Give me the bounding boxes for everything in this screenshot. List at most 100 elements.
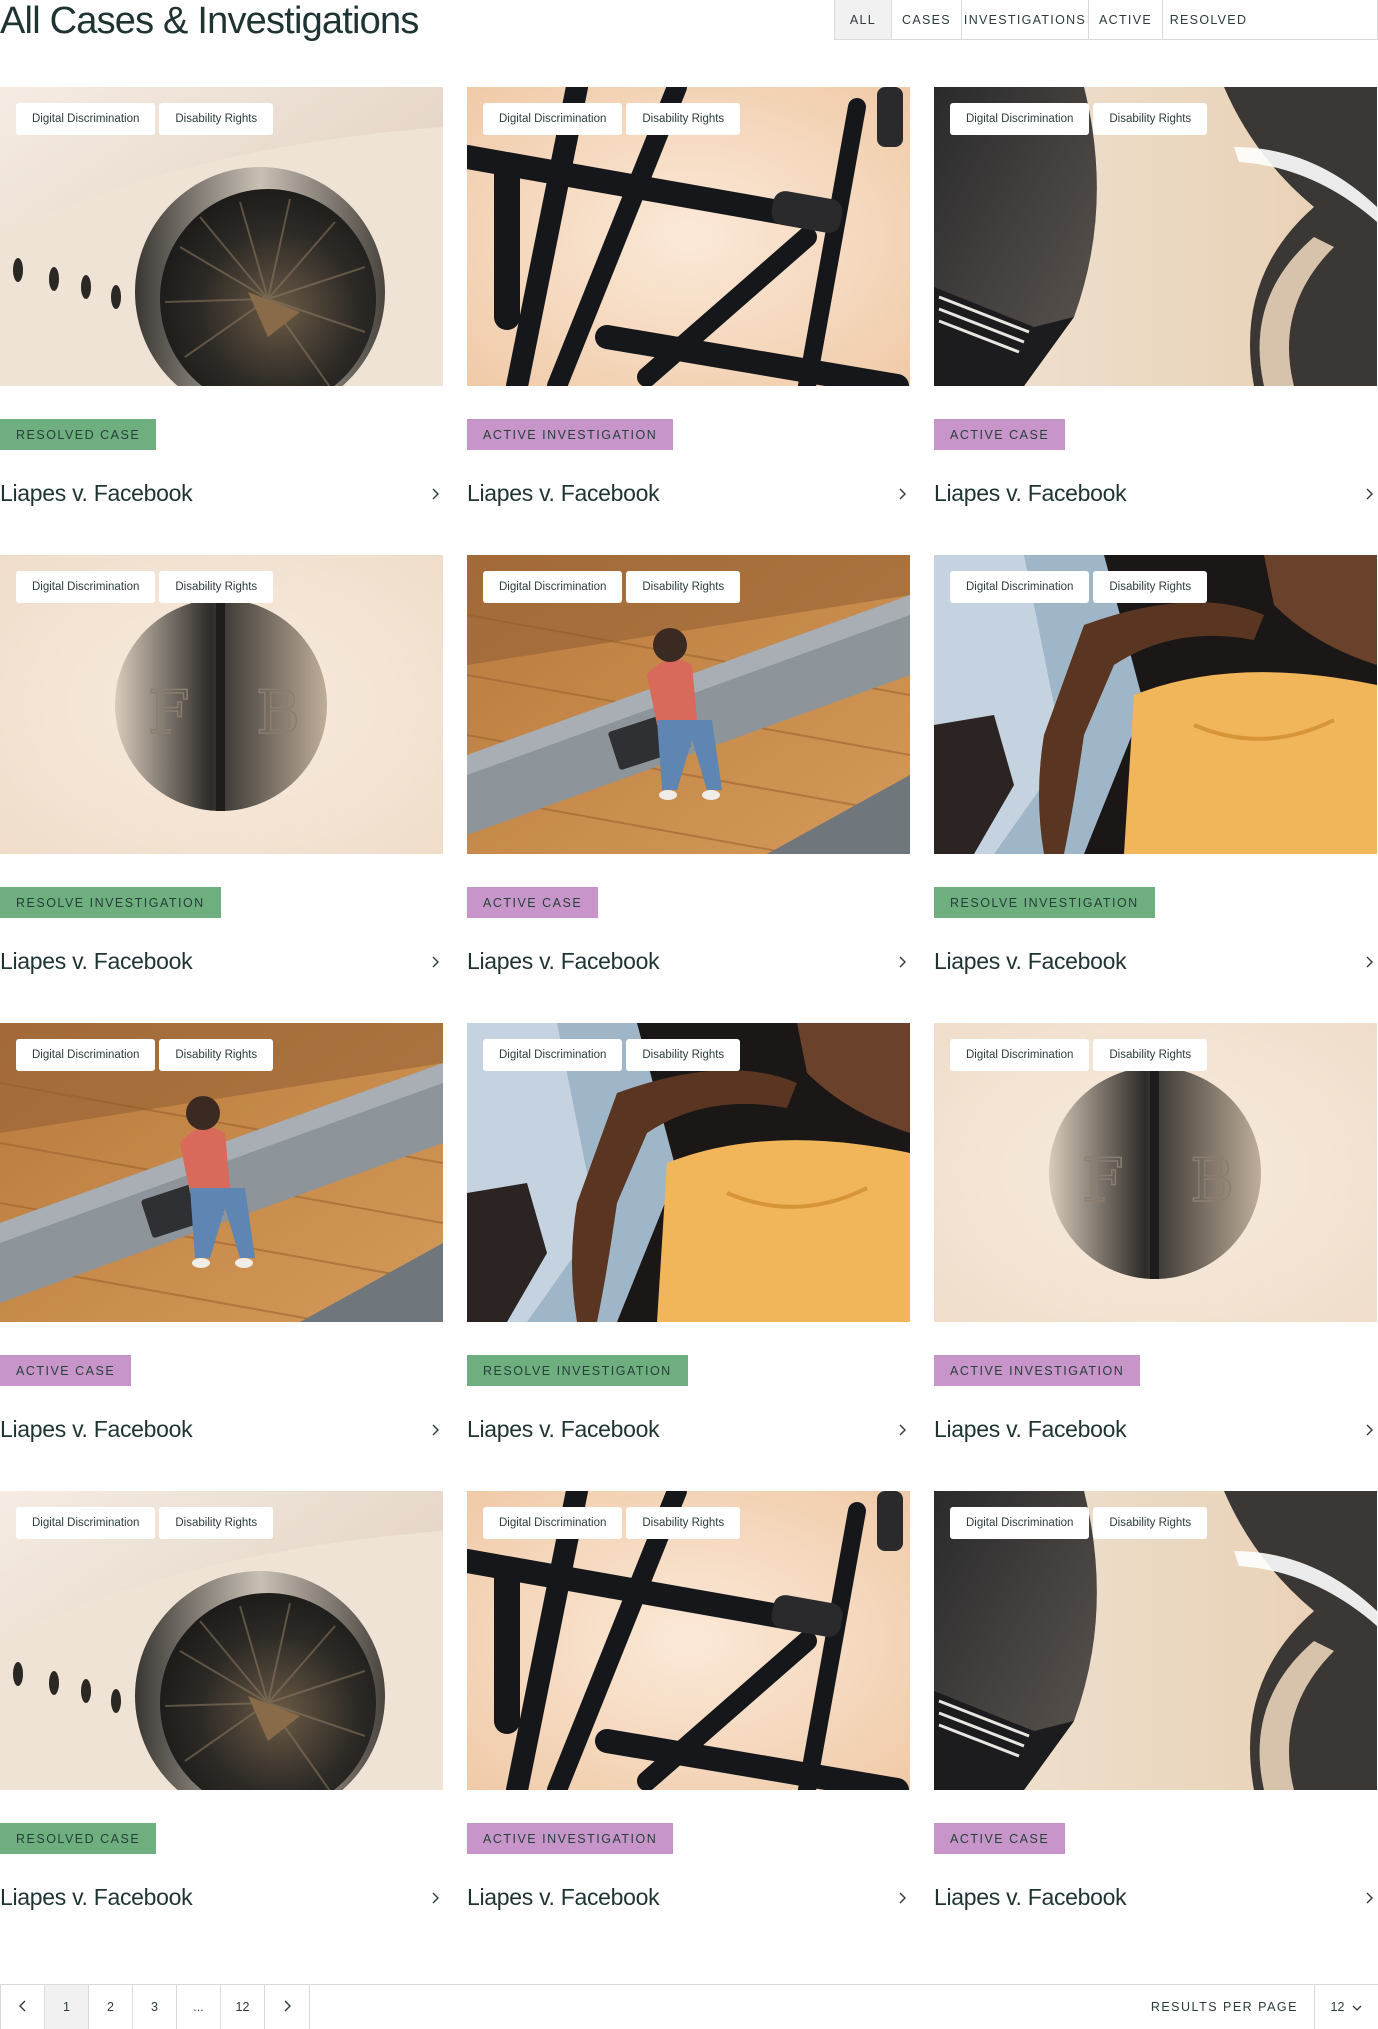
tab-resolved[interactable]: RESOLVED	[1163, 0, 1254, 39]
case-card[interactable]: F B Digital Discrimination Disability Righ…	[934, 1023, 1377, 1463]
case-title[interactable]: Liapes v. Facebook	[467, 478, 660, 508]
chevron-right-icon[interactable]	[427, 1419, 443, 1441]
case-title[interactable]: Liapes v. Facebook	[467, 1414, 660, 1444]
svg-text:B: B	[1190, 1146, 1234, 1216]
tag-digital-discrimination[interactable]: Digital Discrimination	[16, 1039, 156, 1071]
tag-disability-rights[interactable]: Disability Rights	[159, 1039, 274, 1071]
tag-disability-rights[interactable]: Disability Rights	[1093, 103, 1208, 135]
tag-digital-discrimination[interactable]: Digital Discrimination	[950, 103, 1090, 135]
case-title[interactable]: Liapes v. Facebook	[467, 946, 660, 976]
tab-cases[interactable]: CASES	[892, 0, 962, 39]
tag-list: Digital Discrimination Disability Rights	[483, 103, 741, 135]
case-card[interactable]: Digital Discrimination Disability Rights A…	[467, 555, 910, 995]
svg-text:F: F	[1082, 1146, 1124, 1216]
case-card[interactable]: Digital Discrimination Disability Rights A…	[467, 87, 910, 527]
chevron-right-icon[interactable]	[427, 1887, 443, 1909]
tag-digital-discrimination[interactable]: Digital Discrimination	[483, 1039, 623, 1071]
tag-disability-rights[interactable]: Disability Rights	[1093, 1039, 1208, 1071]
case-title[interactable]: Liapes v. Facebook	[467, 1882, 660, 1912]
case-card[interactable]: Digital Discrimination Disability Rights A…	[934, 1491, 1377, 1931]
case-card[interactable]: Digital Discrimination Disability Rights R…	[934, 555, 1377, 995]
chevron-right-icon[interactable]	[894, 951, 910, 973]
results-per-page-label: RESULTS PER PAGE	[1150, 2000, 1298, 2014]
status-badge: ACTIVE INVESTIGATION	[934, 1355, 1141, 1386]
tag-digital-discrimination[interactable]: Digital Discrimination	[16, 571, 156, 603]
tag-disability-rights[interactable]: Disability Rights	[1093, 571, 1208, 603]
case-title[interactable]: Liapes v. Facebook	[934, 478, 1127, 508]
status-badge: ACTIVE INVESTIGATION	[467, 1823, 674, 1854]
case-title[interactable]: Liapes v. Facebook	[934, 946, 1127, 976]
tag-disability-rights[interactable]: Disability Rights	[626, 571, 741, 603]
page-1[interactable]: 1	[45, 1985, 89, 2029]
pagination-bar: 1 2 3... 12 RESULTS PER PAGE 12	[0, 1984, 1378, 2029]
case-title[interactable]: Liapes v. Facebook	[0, 1882, 193, 1912]
status-badge: ACTIVE CASE	[934, 419, 1066, 450]
chevron-right-icon[interactable]	[894, 483, 910, 505]
tag-disability-rights[interactable]: Disability Rights	[159, 1507, 274, 1539]
page-12[interactable]: 12	[221, 1985, 265, 2029]
tag-digital-discrimination[interactable]: Digital Discrimination	[16, 103, 156, 135]
tag-digital-discrimination[interactable]: Digital Discrimination	[950, 1507, 1090, 1539]
case-card[interactable]: Digital Discrimination Disability Rights R…	[467, 1023, 910, 1463]
tag-disability-rights[interactable]: Disability Rights	[159, 103, 274, 135]
page-3[interactable]: 3	[133, 1985, 177, 2029]
tab-investigations[interactable]: INVESTIGATIONS	[962, 0, 1089, 39]
tag-digital-discrimination[interactable]: Digital Discrimination	[483, 1507, 623, 1539]
results-per-page-select[interactable]: 12	[1314, 1985, 1378, 2029]
case-card[interactable]: Digital Discrimination Disability Rights R…	[0, 87, 443, 527]
case-card[interactable]: F B Digital Discrimination Disability Righ…	[0, 555, 443, 995]
chevron-left-icon	[19, 2000, 26, 2015]
tag-digital-discrimination[interactable]: Digital Discrimination	[483, 571, 623, 603]
tag-list: Digital Discrimination Disability Rights	[950, 1039, 1208, 1071]
case-title[interactable]: Liapes v. Facebook	[0, 1414, 193, 1444]
status-badge: ACTIVE INVESTIGATION	[467, 419, 674, 450]
tab-all[interactable]: ALL	[835, 0, 892, 39]
chevron-right-icon[interactable]	[427, 483, 443, 505]
tag-list: Digital Discrimination Disability Rights	[483, 571, 741, 603]
tag-disability-rights[interactable]: Disability Rights	[626, 103, 741, 135]
status-badge: RESOLVE INVESTIGATION	[934, 887, 1155, 918]
chevron-down-icon	[1352, 2000, 1362, 2014]
page-2[interactable]: 2	[89, 1985, 133, 2029]
chevron-right-icon[interactable]	[1361, 1419, 1377, 1441]
case-card[interactable]: Digital Discrimination Disability Rights R…	[0, 1491, 443, 1931]
chevron-right-icon[interactable]	[1361, 951, 1377, 973]
tag-digital-discrimination[interactable]: Digital Discrimination	[483, 103, 623, 135]
tag-disability-rights[interactable]: Disability Rights	[626, 1039, 741, 1071]
next-page-button[interactable]	[265, 1985, 309, 2029]
page-ellipsis[interactable]: ...	[177, 1985, 221, 2029]
tag-list: Digital Discrimination Disability Rights	[16, 103, 274, 135]
tag-list: Digital Discrimination Disability Rights	[950, 571, 1208, 603]
chevron-right-icon[interactable]	[894, 1419, 910, 1441]
status-badge: RESOLVE INVESTIGATION	[467, 1355, 688, 1386]
tag-disability-rights[interactable]: Disability Rights	[1093, 1507, 1208, 1539]
status-badge: ACTIVE CASE	[0, 1355, 132, 1386]
status-badge: RESOLVE INVESTIGATION	[0, 887, 221, 918]
pager: 1 2 3... 12	[0, 1985, 310, 2029]
case-title[interactable]: Liapes v. Facebook	[934, 1414, 1127, 1444]
prev-page-button[interactable]	[1, 1985, 45, 2029]
results-per-page-value: 12	[1330, 2000, 1345, 2014]
tag-list: Digital Discrimination Disability Rights	[483, 1507, 741, 1539]
tag-list: Digital Discrimination Disability Rights	[950, 1507, 1208, 1539]
tag-list: Digital Discrimination Disability Rights	[483, 1039, 741, 1071]
tag-digital-discrimination[interactable]: Digital Discrimination	[950, 1039, 1090, 1071]
chevron-right-icon[interactable]	[1361, 1887, 1377, 1909]
tab-active[interactable]: ACTIVE	[1089, 0, 1163, 39]
chevron-right-icon[interactable]	[894, 1887, 910, 1909]
case-card[interactable]: Digital Discrimination Disability Rights A…	[934, 87, 1377, 527]
case-title[interactable]: Liapes v. Facebook	[0, 478, 193, 508]
svg-text:B: B	[256, 678, 300, 748]
case-card[interactable]: Digital Discrimination Disability Rights A…	[0, 1023, 443, 1463]
chevron-right-icon[interactable]	[427, 951, 443, 973]
case-title[interactable]: Liapes v. Facebook	[0, 946, 193, 976]
case-card[interactable]: Digital Discrimination Disability Rights A…	[467, 1491, 910, 1931]
tag-list: Digital Discrimination Disability Rights	[16, 571, 274, 603]
chevron-right-icon	[284, 2000, 291, 2015]
tag-disability-rights[interactable]: Disability Rights	[626, 1507, 741, 1539]
case-title[interactable]: Liapes v. Facebook	[934, 1882, 1127, 1912]
tag-digital-discrimination[interactable]: Digital Discrimination	[950, 571, 1090, 603]
tag-digital-discrimination[interactable]: Digital Discrimination	[16, 1507, 156, 1539]
chevron-right-icon[interactable]	[1361, 483, 1377, 505]
tag-disability-rights[interactable]: Disability Rights	[159, 571, 274, 603]
